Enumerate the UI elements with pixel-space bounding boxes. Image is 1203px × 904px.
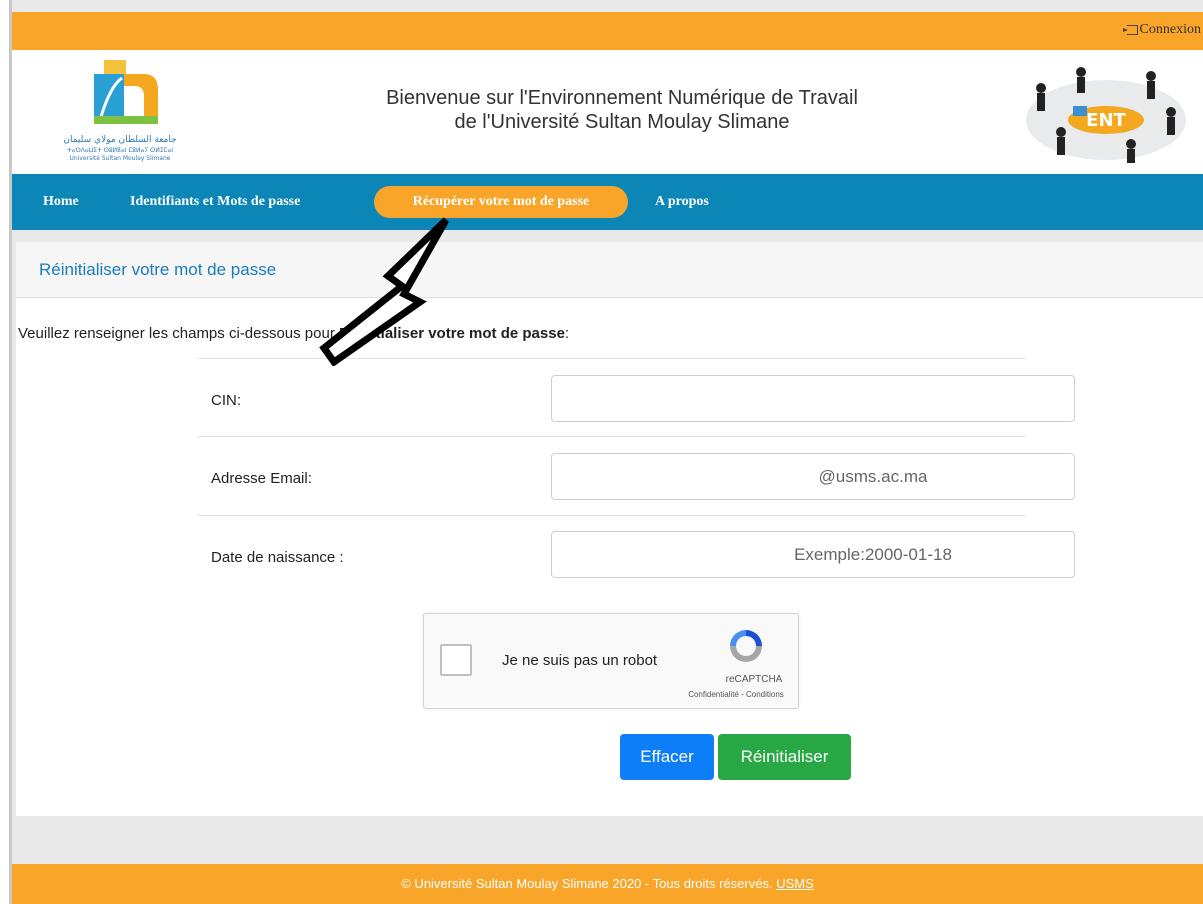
recaptcha-label: Je ne suis pas un robot: [502, 652, 658, 669]
ent-illustration: ENT: [1026, 67, 1186, 163]
logo-tifinagh-text: ⵜⴰⵙⴷⴰⵡⵉⵜ ⵙⵓⵍⵟⴰⵏ ⵎⵓⵍⴰⵢ ⵙⵍⵉⵎⴰⵏ: [67, 147, 173, 154]
logo-arabic-text: جامعة السلطان مولاي سليمان: [63, 135, 176, 145]
form-divider: [197, 515, 1026, 516]
panel-header: Réinitialiser votre mot de passe: [16, 242, 1203, 298]
usms-logo[interactable]: جامعة السلطان مولاي سليمان ⵜⴰⵙⴷⴰⵡⵉⵜ ⵙⵓⵍⵟ…: [40, 56, 200, 166]
intro-suffix: :: [564, 325, 570, 342]
email-input[interactable]: [551, 453, 1075, 500]
nav-identifiants[interactable]: Identifiants et Mots de passe: [130, 194, 300, 210]
nav-recuperer-mot-de-passe[interactable]: Récupérer votre mot de passe: [374, 186, 628, 218]
recaptcha-widget: Je ne suis pas un robot reCAPTCHA Confid…: [423, 613, 799, 709]
recaptcha-icon: [730, 630, 762, 662]
nav-a-propos[interactable]: A propos: [655, 194, 709, 210]
email-label: Adresse Email:: [211, 470, 312, 487]
panel-title: Réinitialiser votre mot de passe: [39, 260, 277, 279]
dob-input[interactable]: [551, 531, 1075, 578]
site-footer: © Université Sultan Moulay Slimane 2020 …: [12, 864, 1203, 904]
recaptcha-checkbox[interactable]: [440, 644, 472, 676]
footer-usms-link[interactable]: USMS: [776, 876, 814, 891]
cin-label: CIN:: [211, 392, 241, 409]
welcome-heading: Bienvenue sur l'Environnement Numérique …: [262, 86, 982, 134]
annotation-arrow-icon: [319, 217, 450, 366]
sign-in-icon: [1122, 25, 1138, 35]
recaptcha-links[interactable]: Confidentialité - Conditions: [676, 690, 796, 699]
connexion-link[interactable]: Connexion: [1122, 22, 1201, 38]
dob-label: Date de naissance :: [211, 549, 344, 566]
page: Connexion جامعة السلطان مولاي سليمان ⵜⴰⵙ…: [12, 0, 1203, 904]
nav-home[interactable]: Home: [43, 194, 79, 210]
reset-button[interactable]: Réinitialiser: [718, 734, 851, 780]
reset-panel: Réinitialiser votre mot de passe Veuille…: [16, 242, 1203, 816]
site-header: جامعة السلطان مولاي سليمان ⵜⴰⵙⴷⴰⵡⵉⵜ ⵙⵓⵍⵟ…: [12, 50, 1203, 174]
footer-text: © Université Sultan Moulay Slimane 2020 …: [401, 876, 777, 891]
intro-text: Veuillez renseigner les champs ci-dessou…: [18, 325, 569, 342]
intro-prefix: Veuillez renseigner les champs ci-dessou…: [18, 325, 339, 342]
main-nav: Home Identifiants et Mots de passe Récup…: [12, 174, 1203, 230]
connexion-label: Connexion: [1139, 22, 1201, 37]
cin-input[interactable]: [551, 375, 1075, 422]
recaptcha-brand: reCAPTCHA: [725, 674, 783, 685]
welcome-line-1: Bienvenue sur l'Environnement Numérique …: [386, 87, 858, 109]
logo-latin-text: Université Sultan Moulay Slimane: [70, 155, 171, 162]
clear-button[interactable]: Effacer: [620, 734, 714, 780]
ent-badge-text: ENT: [1086, 110, 1126, 131]
welcome-line-2: de l'Université Sultan Moulay Slimane: [454, 111, 790, 133]
top-bar: Connexion: [12, 12, 1203, 50]
form-divider: [197, 436, 1026, 437]
